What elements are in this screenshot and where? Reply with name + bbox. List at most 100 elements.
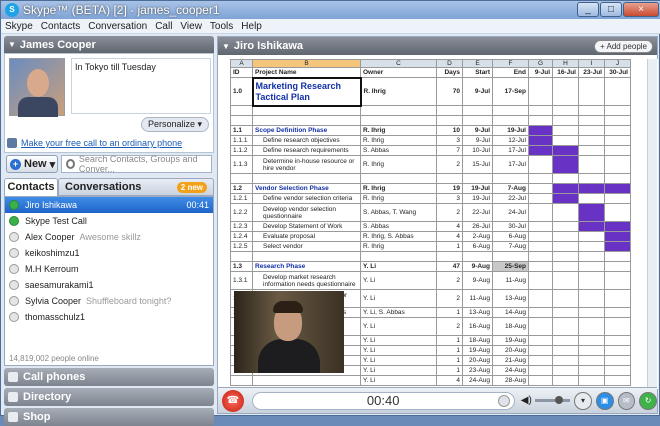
hang-up-button[interactable]: ☎ (222, 389, 244, 412)
cell-gantt (552, 77, 579, 106)
contact-saesamurakami1[interactable]: saesamurakami1 (5, 277, 213, 293)
contact-keikoshimzu1[interactable]: keikoshimzu1 (5, 245, 213, 261)
menu-conversation[interactable]: Conversation (88, 21, 147, 32)
cell-owner: S. Abbas, T. Wang (360, 203, 437, 222)
contact-mh-kerroum[interactable]: M.H Kerroum (5, 261, 213, 277)
cell-id: 1.1.2 (230, 145, 253, 156)
directory-button[interactable]: Directory (4, 388, 214, 406)
cell-empty (252, 105, 361, 116)
scrollbar[interactable] (647, 59, 657, 389)
cell-gantt (578, 231, 605, 242)
cell-empty (436, 173, 463, 184)
cell-name (252, 375, 361, 386)
cell-start: 9-Aug (462, 271, 493, 290)
contact-jiro-ishikawa[interactable]: Jiro Ishikawa 00:41 (5, 197, 213, 213)
add-people-button[interactable]: + Add people (594, 40, 653, 53)
menu-call[interactable]: Call (155, 21, 172, 32)
cell-gantt (604, 241, 631, 252)
cell-end: 7-Aug (492, 241, 529, 252)
cell-start: 10-Jul (462, 145, 493, 156)
cell-gantt (578, 77, 605, 106)
cell-gantt (578, 193, 605, 204)
cell-gantt (552, 365, 579, 376)
new-button[interactable]: + New ▾ (6, 155, 58, 173)
maximize-button[interactable]: □ (600, 2, 622, 17)
skype-window: S Skype™ (BETA) [2] - james_cooper1 _ □ … (0, 0, 660, 426)
conversation-title: Jiro Ishikawa (233, 40, 304, 52)
cell-days: 2 (436, 317, 463, 336)
cell-gantt (578, 345, 605, 356)
menu-contacts[interactable]: Contacts (41, 21, 80, 32)
offline-status-icon (9, 248, 19, 258)
speaker-icon[interactable]: ◀) (521, 395, 532, 406)
menu-tools[interactable]: Tools (210, 21, 233, 32)
cell-days: 4 (436, 231, 463, 242)
offline-status-icon (9, 312, 19, 322)
close-button[interactable]: × (623, 2, 659, 17)
cell-gantt (604, 125, 631, 136)
contact-name: Jiro Ishikawa (25, 200, 78, 210)
video-button[interactable]: ▣ (595, 391, 614, 410)
mood-message-field[interactable]: In Tokyo till Tuesday (71, 58, 211, 114)
volume-knob[interactable] (554, 396, 563, 404)
contact-thomasschulz1[interactable]: thomasschulz1 (5, 309, 213, 325)
column-header: ID (230, 67, 253, 78)
profile-header[interactable]: ▼ James Cooper (4, 36, 214, 53)
contact-mood: Shuffleboard tonight? (86, 296, 172, 306)
profile-panel: In Tokyo till Tuesday Personalize ▾ Make… (4, 53, 214, 153)
menu-bar: Skype Contacts Conversation Call View To… (1, 19, 660, 34)
cell-gantt (528, 241, 553, 252)
task-row: 1.2.2 Develop vendor selection questionna… (230, 203, 631, 222)
column-header: Days (436, 67, 463, 78)
avatar[interactable] (9, 58, 65, 117)
cell-owner: Y. Li (360, 345, 437, 356)
cell-id: 1.1.3 (230, 155, 253, 174)
cell-end: 22-Jul (492, 193, 529, 204)
call-phones-button[interactable]: Call phones (4, 368, 214, 386)
cell-name: Scope Definition Phase (252, 125, 361, 136)
cell-gantt (528, 289, 553, 308)
cell-gantt (578, 183, 605, 194)
column-letter: H (552, 59, 579, 68)
free-call-link[interactable]: Make your free call to an ordinary phone (21, 138, 182, 148)
microphone-icon[interactable] (497, 394, 510, 407)
cell-owner: Y. Li (360, 317, 437, 336)
task-row: 1.2.1 Define vendor selection criteria R. … (230, 193, 631, 204)
search-input[interactable]: Search Contacts, Groups and Conver... (61, 154, 212, 174)
cell-empty (230, 105, 253, 116)
left-panel: ▼ James Cooper In Tokyo till Tuesday Pers… (4, 36, 214, 426)
column-header: Project Name (252, 67, 361, 78)
cell-empty (436, 105, 463, 116)
cell-owner: Y. Li (360, 271, 437, 290)
cell-empty (552, 105, 579, 116)
contact-alex-cooper[interactable]: Alex Cooper Awesome skillz (5, 229, 213, 245)
chat-button[interactable]: ✉ (617, 391, 636, 410)
contact-skype-test-call[interactable]: Skype Test Call (5, 213, 213, 229)
cell-empty (578, 251, 605, 262)
volume-slider[interactable] (534, 396, 571, 404)
chevron-down-icon[interactable]: ▾ (574, 391, 592, 410)
cell-title: Marketing Research Tactical Plan (251, 76, 362, 107)
cell-owner: Y. Li, S. Abbas (360, 307, 437, 318)
title-bar[interactable]: S Skype™ (BETA) [2] - james_cooper1 _ □ … (1, 1, 660, 19)
send-file-button[interactable]: ↻ (639, 391, 657, 410)
cell-gantt (552, 271, 579, 290)
cell-end: 25-Sep (492, 261, 529, 272)
menu-help[interactable]: Help (241, 21, 262, 32)
cell-gantt (528, 135, 553, 146)
header-row: ID Project Name Owner Days Start End 9-Jul 16-J… (230, 67, 631, 78)
menu-skype[interactable]: Skype (5, 21, 33, 32)
tab-conversations[interactable]: Conversations 2 new (58, 178, 214, 196)
menu-view[interactable]: View (180, 21, 202, 32)
collapse-icon[interactable]: ▼ (222, 42, 230, 51)
cell-end: 17-Sep (492, 77, 529, 106)
cell-empty (360, 251, 437, 262)
personalize-button[interactable]: Personalize ▾ (140, 117, 209, 132)
cell-gantt (552, 261, 579, 272)
tab-contacts[interactable]: Contacts (4, 178, 58, 196)
cell-gantt (578, 135, 605, 146)
minimize-button[interactable]: _ (577, 2, 599, 17)
remote-video-feed[interactable] (234, 291, 344, 373)
shop-button[interactable]: Shop (4, 408, 214, 426)
contact-sylvia-cooper[interactable]: Sylvia Cooper Shuffleboard tonight? (5, 293, 213, 309)
